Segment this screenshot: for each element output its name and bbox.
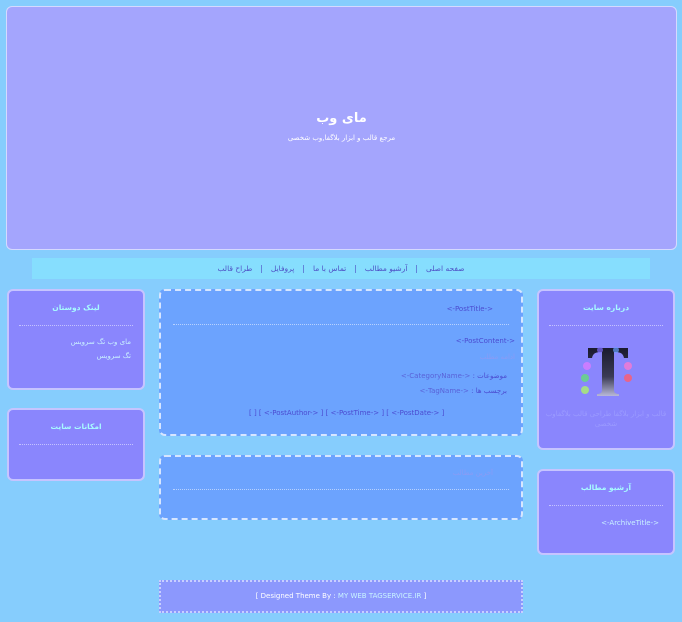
footer-suffix: ] bbox=[423, 592, 427, 600]
friends-links-box: لینک دوستان مای وب تگ سرویس تگ سرویس bbox=[7, 289, 145, 390]
about-site-title: درباره سایت bbox=[582, 303, 630, 312]
site-features-title: امکانات سایت bbox=[50, 422, 102, 431]
archive-box: آرشیو مطالب <-ArchiveTitle-> bbox=[537, 469, 675, 555]
site-header: ماى وب مرجع قالب و ابزار بلاگفا,وب شخصی bbox=[6, 6, 677, 250]
post-content: <-PostContent-> bbox=[455, 337, 515, 345]
nav-item-profile[interactable]: پروفایل bbox=[271, 264, 295, 273]
site-footer: [ Designed Theme By : MY WEB TAGSERVICE.… bbox=[159, 580, 523, 613]
divider bbox=[173, 489, 509, 490]
footer-designer-link[interactable]: MY WEB TAGSERVICE.IR bbox=[338, 592, 421, 600]
post-categories: موضوعات : <-CategoryName-> bbox=[401, 372, 507, 380]
site-logo bbox=[580, 340, 636, 398]
nav-separator: | bbox=[415, 264, 418, 273]
divider bbox=[19, 325, 133, 326]
footer-prefix: [ Designed Theme By : bbox=[255, 592, 336, 600]
archive-item[interactable]: <-ArchiveTitle-> bbox=[601, 519, 659, 527]
about-site-text: قالب و ابزار بلاگفا طراحی قالب بلاگفاوب … bbox=[545, 410, 667, 428]
recent-posts-title: آخرین مطالب bbox=[452, 469, 493, 477]
nav-item-designer[interactable]: طراح قالب bbox=[217, 264, 252, 273]
tags-label: برچسب ها : bbox=[471, 387, 507, 395]
site-features-box: امکانات سایت bbox=[7, 408, 145, 481]
nav-separator: | bbox=[260, 264, 263, 273]
nav-separator: | bbox=[354, 264, 357, 273]
nav-separator: | bbox=[302, 264, 305, 273]
post-meta: [ ] [ <-PostAuthor-> ] [ <-PostTime-> ] … bbox=[249, 409, 445, 417]
divider bbox=[549, 325, 663, 326]
site-subtitle: مرجع قالب و ابزار بلاگفا,وب شخصی bbox=[287, 134, 396, 142]
nav-item-contact[interactable]: تماس با ما bbox=[313, 264, 346, 273]
nav-item-archive[interactable]: آرشیو مطالب bbox=[365, 264, 408, 273]
divider bbox=[549, 505, 663, 506]
friend-link-1[interactable]: مای وب تگ سرویس bbox=[71, 338, 131, 346]
divider bbox=[173, 324, 509, 325]
friend-link-2[interactable]: تگ سرویس bbox=[97, 352, 131, 360]
main-nav: صفحه اصلی | آرشیو مطالب | تماس با ما | پروفایل… bbox=[32, 258, 650, 279]
nav-item-home[interactable]: صفحه اصلی bbox=[426, 264, 465, 273]
recent-posts-box: آخرین مطالب bbox=[159, 455, 523, 520]
site-title[interactable]: ماى وب bbox=[7, 111, 676, 126]
friends-links-title: لینک دوستان bbox=[52, 303, 100, 312]
post-box: <-PostTitle-> <-PostContent-> ادامه مطلب… bbox=[159, 289, 523, 436]
divider bbox=[19, 444, 133, 445]
post-tags: برچسب ها : <-TagName-> bbox=[420, 387, 507, 395]
post-title[interactable]: <-PostTitle-> bbox=[447, 305, 493, 313]
read-more-link[interactable]: ادامه مطلب bbox=[480, 353, 515, 361]
categories-value[interactable]: <-CategoryName-> bbox=[401, 372, 470, 380]
tags-value[interactable]: <-TagName-> bbox=[420, 387, 469, 395]
archive-title: آرشیو مطالب bbox=[580, 483, 632, 492]
categories-label: موضوعات : bbox=[472, 372, 507, 380]
